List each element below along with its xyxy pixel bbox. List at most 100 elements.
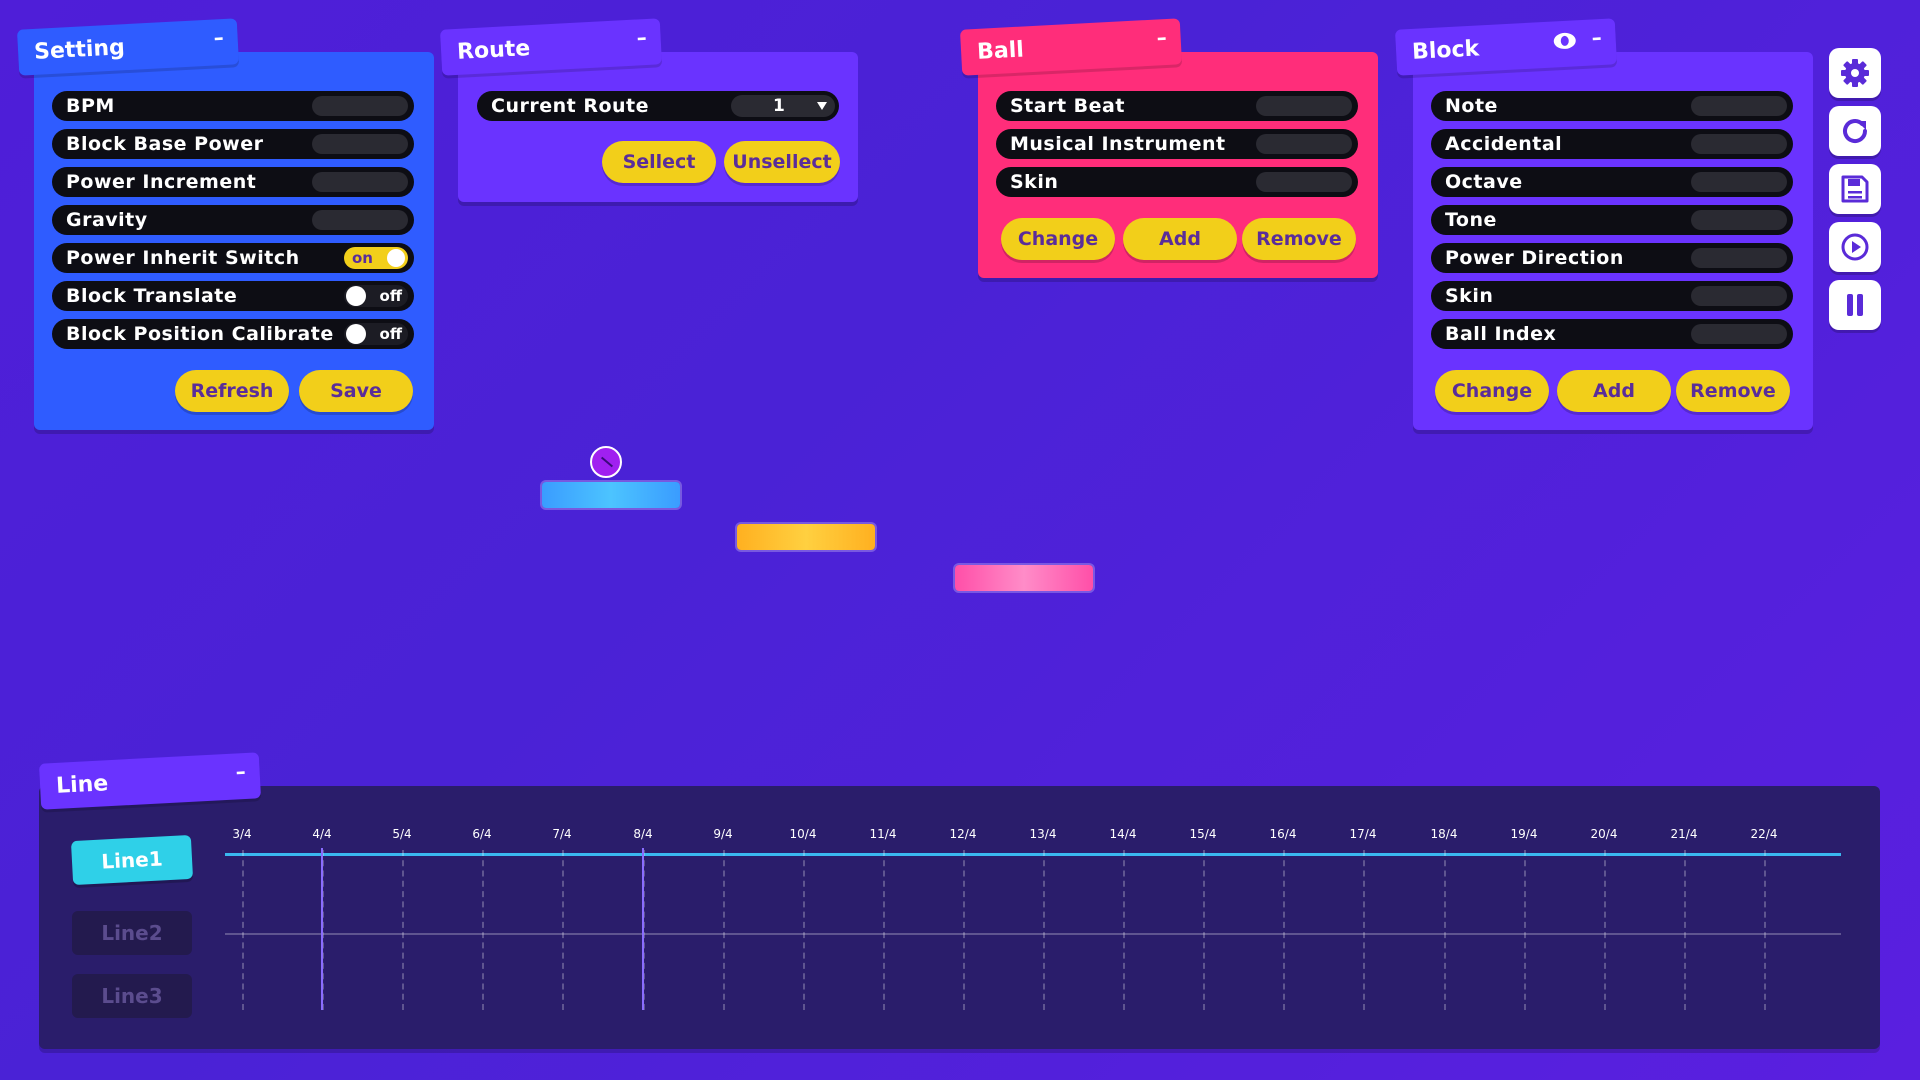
- block-object-pink[interactable]: [955, 565, 1093, 591]
- route-dropdown[interactable]: 1: [731, 95, 835, 117]
- setting-row-power-inherit-switch: Power Inherit Switch on: [52, 243, 414, 273]
- block-title: Block: [1411, 36, 1480, 65]
- chevron-down-icon: [817, 102, 827, 110]
- line-tab-line1[interactable]: Line1: [70, 834, 194, 886]
- ball-row-label: Skin: [1010, 171, 1059, 193]
- ball-remove-button[interactable]: Remove: [1242, 218, 1356, 260]
- refresh-button[interactable]: Refresh: [175, 370, 289, 412]
- power-increment-input[interactable]: [312, 172, 408, 192]
- timeline-tick-label: 22/4: [1750, 827, 1778, 841]
- musical-instrument-input[interactable]: [1256, 134, 1352, 154]
- ball-row-start-beat[interactable]: Start Beat: [996, 91, 1358, 121]
- reload-button[interactable]: [1829, 106, 1881, 156]
- play-button[interactable]: [1829, 222, 1881, 272]
- ball-row-musical-instrument[interactable]: Musical Instrument: [996, 129, 1358, 159]
- line-tab-line3[interactable]: Line3: [72, 974, 192, 1018]
- setting-row-label: Power Inherit Switch: [66, 247, 300, 269]
- block-row-label: Ball Index: [1445, 323, 1557, 345]
- block-row-octave[interactable]: Octave: [1431, 167, 1793, 197]
- block-row-tone[interactable]: Tone: [1431, 205, 1793, 235]
- block-row-accidental[interactable]: Accidental: [1431, 129, 1793, 159]
- toggle-knob: [346, 286, 366, 306]
- setting-minimize-button[interactable]: –: [213, 25, 224, 49]
- select-route-button[interactable]: Sellect: [602, 141, 716, 183]
- setting-row-label: Gravity: [66, 209, 148, 231]
- timeline-gridline: [1283, 850, 1285, 1010]
- unselect-route-button[interactable]: Unsellect: [724, 141, 840, 183]
- block-row-skin[interactable]: Skin: [1431, 281, 1793, 311]
- play-icon: [1841, 233, 1869, 261]
- route-dropdown-value: 1: [773, 96, 785, 116]
- block-row-power-direction[interactable]: Power Direction: [1431, 243, 1793, 273]
- setting-row-gravity[interactable]: Gravity: [52, 205, 414, 235]
- accidental-input[interactable]: [1691, 134, 1787, 154]
- timeline-tick-label: 7/4: [552, 827, 572, 841]
- setting-row-bpm[interactable]: BPM: [52, 91, 414, 121]
- block-row-ball-index[interactable]: Ball Index: [1431, 319, 1793, 349]
- timeline-tick-label: 5/4: [392, 827, 412, 841]
- save-button[interactable]: Save: [299, 370, 413, 412]
- save-file-button[interactable]: [1829, 164, 1881, 214]
- timeline-gridline: [963, 850, 965, 1010]
- block-position-calibrate-toggle[interactable]: off: [344, 323, 408, 345]
- timeline-tick-label: 12/4: [949, 827, 977, 841]
- block-change-button[interactable]: Change: [1435, 370, 1549, 412]
- block-translate-toggle[interactable]: off: [344, 285, 408, 307]
- setting-row-label: Block Position Calibrate: [66, 323, 334, 345]
- settings-button[interactable]: [1829, 48, 1881, 98]
- timeline-track-active: [225, 853, 1841, 856]
- power-inherit-toggle[interactable]: on: [344, 247, 408, 269]
- setting-row-label: Block Base Power: [66, 133, 264, 155]
- ball-change-button[interactable]: Change: [1001, 218, 1115, 260]
- timeline-marker[interactable]: [321, 848, 323, 1010]
- power-direction-input[interactable]: [1691, 248, 1787, 268]
- block-base-power-input[interactable]: [312, 134, 408, 154]
- block-minimize-button[interactable]: –: [1591, 25, 1602, 49]
- toggle-state: on: [352, 249, 373, 267]
- timeline-tick-label: 20/4: [1590, 827, 1618, 841]
- tone-input[interactable]: [1691, 210, 1787, 230]
- block-row-label: Power Direction: [1445, 247, 1624, 269]
- octave-input[interactable]: [1691, 172, 1787, 192]
- line-tab-line2[interactable]: Line2: [72, 911, 192, 955]
- route-minimize-button[interactable]: –: [636, 25, 647, 49]
- timeline-gridline: [803, 850, 805, 1010]
- timeline-gridline: [1684, 850, 1686, 1010]
- timeline-gridline: [1764, 850, 1766, 1010]
- ball-add-button[interactable]: Add: [1123, 218, 1237, 260]
- pause-button[interactable]: [1829, 280, 1881, 330]
- timeline-marker[interactable]: [642, 848, 644, 1010]
- block-object-orange[interactable]: [737, 524, 875, 550]
- timeline-gridline: [402, 850, 404, 1010]
- timeline-gridline: [1363, 850, 1365, 1010]
- setting-row-power-increment[interactable]: Power Increment: [52, 167, 414, 197]
- timeline-gridline: [562, 850, 564, 1010]
- ball-row-skin[interactable]: Skin: [996, 167, 1358, 197]
- current-route-row: Current Route 1: [477, 91, 839, 121]
- toggle-knob: [346, 324, 366, 344]
- line-minimize-button[interactable]: –: [235, 759, 246, 783]
- block-skin-input[interactable]: [1691, 286, 1787, 306]
- ball-object[interactable]: [590, 446, 622, 478]
- block-add-button[interactable]: Add: [1557, 370, 1671, 412]
- block-row-note[interactable]: Note: [1431, 91, 1793, 121]
- ball-minimize-button[interactable]: –: [1156, 25, 1167, 49]
- block-remove-button[interactable]: Remove: [1676, 370, 1790, 412]
- eye-icon[interactable]: [1553, 32, 1577, 50]
- block-object-blue[interactable]: [542, 482, 680, 508]
- block-row-label: Accidental: [1445, 133, 1563, 155]
- setting-row-block-base-power[interactable]: Block Base Power: [52, 129, 414, 159]
- ball-index-input[interactable]: [1691, 324, 1787, 344]
- ball-skin-input[interactable]: [1256, 172, 1352, 192]
- block-row-label: Octave: [1445, 171, 1523, 193]
- note-input[interactable]: [1691, 96, 1787, 116]
- gravity-input[interactable]: [312, 210, 408, 230]
- start-beat-input[interactable]: [1256, 96, 1352, 116]
- timeline-tick-label: 13/4: [1029, 827, 1057, 841]
- timeline-tick-label: 17/4: [1349, 827, 1377, 841]
- timeline-tick-label: 9/4: [713, 827, 733, 841]
- gear-icon: [1841, 59, 1869, 87]
- timeline-tick-label: 11/4: [869, 827, 897, 841]
- setting-row-label: Block Translate: [66, 285, 238, 307]
- bpm-input[interactable]: [312, 96, 408, 116]
